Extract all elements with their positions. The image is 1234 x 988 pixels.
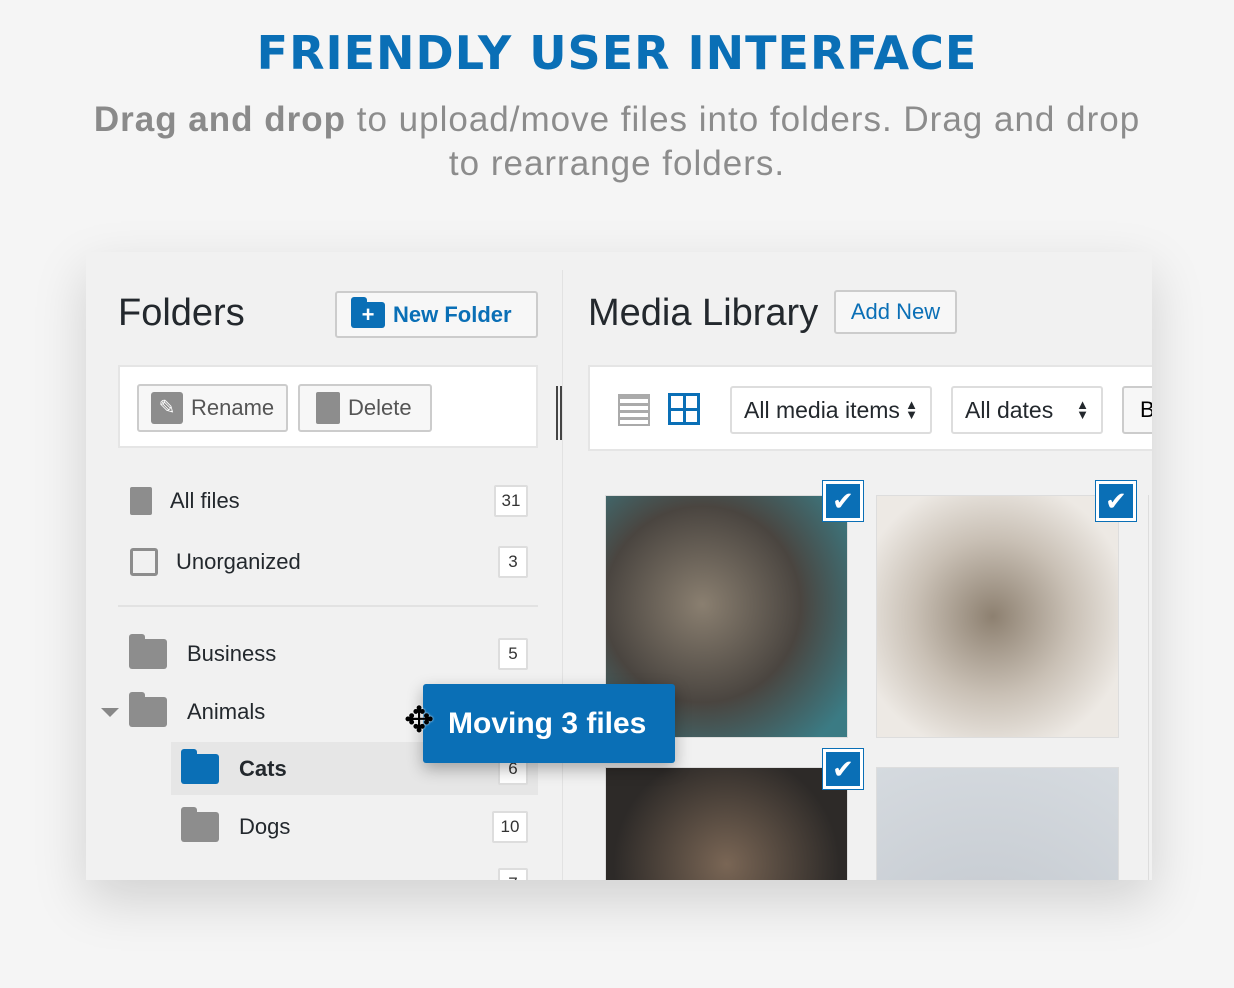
file-icon: [130, 487, 152, 515]
sort-icon: ▲ ▼: [1076, 397, 1089, 422]
item-label: Unorganized: [176, 549, 301, 574]
delete-label: Delete: [348, 395, 412, 420]
bulk-select-button[interactable]: B: [1122, 386, 1152, 434]
checkmark-icon[interactable]: ✔: [1095, 480, 1137, 522]
trash-icon: [316, 392, 340, 424]
folder-label: Animals: [187, 699, 266, 724]
select-value: All media items: [744, 396, 900, 423]
list-view-icon[interactable]: [618, 394, 650, 426]
rename-button[interactable]: ✎ Rename: [137, 384, 288, 432]
folder-icon: [181, 748, 219, 784]
grid-view-icon[interactable]: [668, 393, 700, 425]
resize-handle[interactable]: [556, 386, 562, 440]
media-thumbnail[interactable]: [876, 495, 1119, 738]
delete-button[interactable]: Delete: [298, 384, 432, 432]
new-folder-button[interactable]: + New Folder: [335, 291, 538, 338]
folder-label: Dogs: [239, 814, 291, 839]
rename-label: Rename: [191, 395, 275, 420]
item-count: 31: [494, 485, 528, 517]
folder-plus-icon: +: [351, 296, 385, 328]
folder-icon: [181, 807, 219, 842]
sidebar-item-unorganized[interactable]: Unorganized 3: [130, 545, 528, 579]
pencil-icon: ✎: [151, 392, 183, 424]
move-cursor-icon: ✥: [404, 699, 435, 740]
folder-label: Cats: [239, 755, 287, 781]
folders-title: Folders: [118, 292, 245, 334]
app-panel: Folders + New Folder ✎ Rename Delete All…: [86, 252, 1152, 880]
media-library-title: Media Library: [588, 292, 819, 334]
inbox-icon: [130, 548, 158, 576]
drag-tooltip: Moving 3 files: [423, 684, 675, 763]
drag-label: Moving 3 files: [448, 706, 647, 740]
media-thumbnail-partial: [1148, 495, 1152, 880]
new-folder-label: New Folder: [393, 301, 512, 327]
select-value: All dates: [965, 396, 1054, 423]
media-toolbar: All media items ▲ ▼ All dates ▲ ▼ B: [588, 365, 1152, 451]
folder-label: Business: [187, 641, 277, 666]
folder-actions-bar: ✎ Rename Delete: [118, 365, 538, 448]
date-select[interactable]: All dates ▲ ▼: [951, 386, 1103, 434]
folder-dogs[interactable]: Dogs 10: [181, 807, 528, 844]
folder-icon: [129, 634, 167, 669]
add-new-button[interactable]: Add New: [834, 290, 957, 334]
media-thumbnail[interactable]: [605, 767, 848, 880]
folder-icon: [129, 692, 167, 727]
hero-title: FRIENDLY USER INTERFACE: [256, 26, 978, 80]
checkmark-icon[interactable]: ✔: [822, 748, 864, 790]
sidebar-item-all-files[interactable]: All files 31: [130, 484, 528, 518]
panel-divider: [562, 270, 563, 880]
media-type-select[interactable]: All media items ▲ ▼: [730, 386, 932, 434]
checkmark-icon[interactable]: ✔: [822, 480, 864, 522]
folder-count: 10: [492, 811, 528, 843]
folder-count: 5: [498, 638, 528, 670]
folder-business[interactable]: Business 5: [129, 634, 528, 671]
sidebar-separator: [118, 605, 538, 607]
hero-subtitle-bold: Drag and drop: [93, 100, 347, 139]
hero-subtitle: Drag and drop to upload/move files into …: [80, 98, 1154, 186]
media-thumbnail[interactable]: [876, 767, 1119, 880]
folder-count: 7: [498, 868, 528, 880]
sort-icon: ▲ ▼: [905, 397, 918, 422]
item-count: 3: [498, 546, 528, 578]
hero-subtitle-rest: to upload/move files into folders. Drag …: [346, 100, 1141, 183]
item-label: All files: [170, 488, 240, 513]
caret-down-icon[interactable]: [101, 707, 119, 717]
